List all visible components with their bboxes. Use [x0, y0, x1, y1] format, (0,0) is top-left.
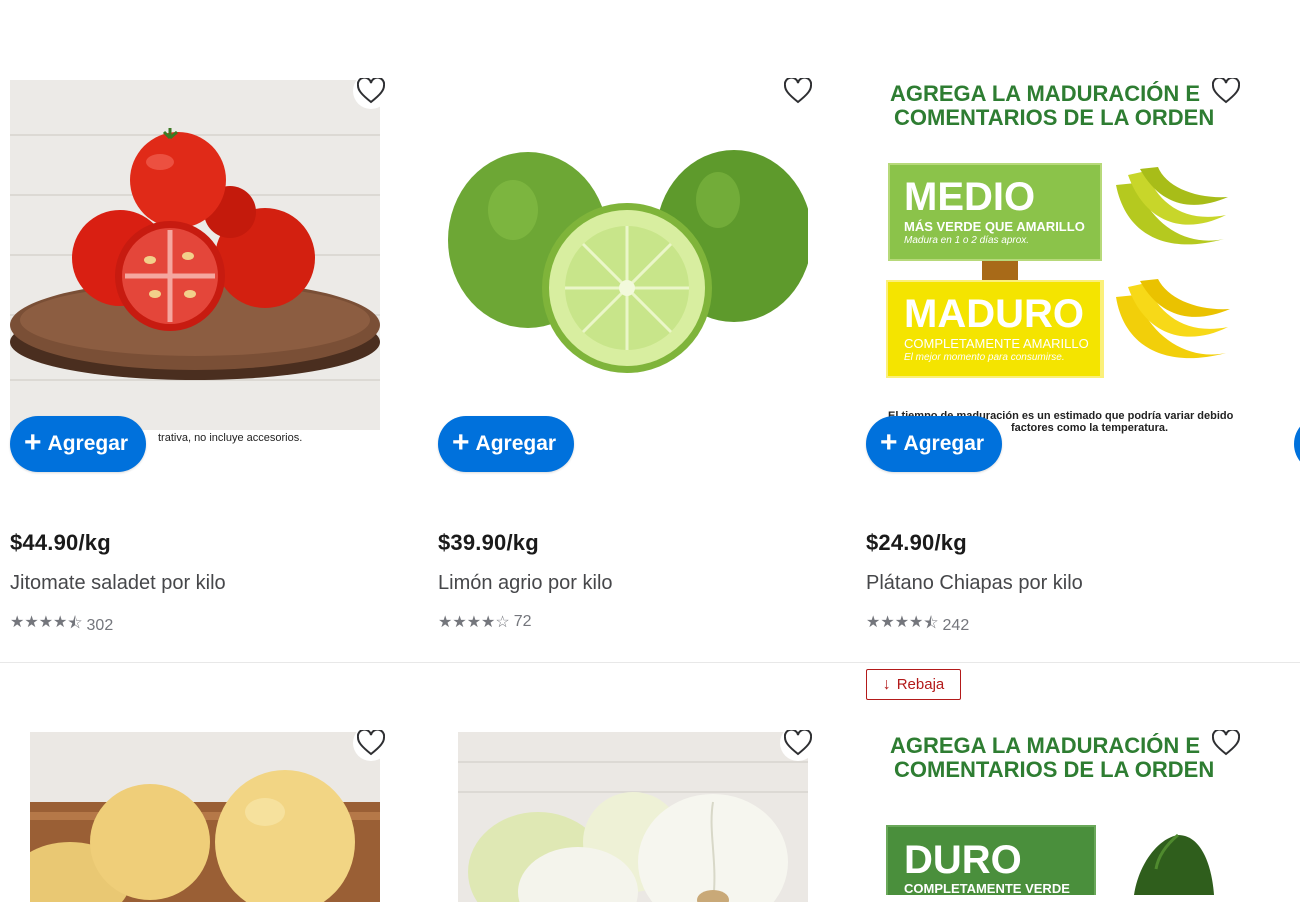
product-image-cebolla[interactable] — [458, 732, 808, 902]
star-icon: ★ — [24, 614, 39, 631]
star-icon: ★ — [894, 614, 910, 631]
product-name[interactable]: Plátano Chiapas por kilo — [866, 572, 1083, 595]
level-duro-sub: COMPLETAMENTE VERDE — [904, 881, 1070, 895]
add-to-cart-button[interactable]: + Agregar — [438, 416, 575, 472]
favorite-heart-icon[interactable] — [1208, 73, 1244, 109]
star-icon: ★ — [909, 614, 924, 631]
star-icon: ★ — [438, 614, 453, 631]
star-icon: ★ — [452, 614, 467, 631]
favorite-heart-icon[interactable] — [353, 73, 389, 109]
image-caption: trativa, no incluye accesorios. — [158, 432, 303, 444]
product-card-papa[interactable] — [10, 705, 410, 902]
add-to-cart-button[interactable]: + Agregar — [10, 416, 147, 472]
star-icon: ★ — [466, 614, 482, 631]
favorite-heart-icon[interactable] — [1208, 725, 1244, 761]
star-icon: ★ — [53, 614, 68, 631]
add-button-label: Agregar — [475, 432, 557, 455]
add-button-label: Agregar — [903, 432, 985, 455]
empty-star-icon: ☆ — [495, 614, 510, 631]
product-name[interactable]: Jitomate saladet por kilo — [10, 572, 226, 595]
star-icon: ★ — [38, 614, 54, 631]
level-maduro-sub: COMPLETAMENTE AMARILLO — [904, 336, 1089, 351]
product-image-papa[interactable] — [30, 732, 380, 902]
product-card-jitomate[interactable]: trativa, no incluye accesorios. + Agrega… — [10, 60, 410, 640]
rating-stars: ★ ★ ★ ★ ⯪ — [866, 612, 939, 639]
star-icon: ★ — [866, 614, 881, 631]
plus-icon: + — [880, 426, 898, 459]
level-medio-note: Madura en 1 o 2 días aprox. — [904, 235, 1029, 246]
half-star-icon: ⯪ — [923, 615, 939, 632]
add-to-cart-button[interactable]: + Agregar — [866, 416, 1003, 472]
product-price: $39.90/kg — [438, 530, 539, 555]
level-duro-title: DURO — [904, 838, 1022, 882]
star-icon: ★ — [481, 614, 496, 631]
review-count: 302 — [86, 616, 114, 634]
add-button-label: Agregar — [47, 432, 129, 455]
half-star-icon: ⯪ — [67, 615, 83, 632]
maturation-footnote-line2: factores como la temperatura. — [1011, 422, 1168, 434]
plus-icon: + — [24, 426, 42, 459]
product-image-jitomate[interactable] — [10, 80, 380, 430]
product-price: $24.90/kg — [866, 530, 967, 555]
plus-icon: + — [452, 426, 470, 459]
level-medio-title: MEDIO — [904, 175, 1035, 219]
product-image-platano[interactable]: AGREGA LA MADURACIÓN E COMENTARIOS DE LA… — [866, 75, 1246, 445]
rating-stars: ★ ★ ★ ★ ⯪ — [10, 612, 83, 639]
level-medio-sub: MÁS VERDE QUE AMARILLO — [904, 219, 1085, 234]
favorite-heart-icon[interactable] — [353, 725, 389, 761]
review-count: 242 — [942, 616, 970, 634]
favorite-heart-icon[interactable] — [780, 725, 816, 761]
level-maduro-note: El mejor momento para consumirse. — [904, 352, 1065, 363]
rating-stars: ★ ★ ★ ★ ☆ — [438, 612, 510, 632]
banner-heading-line2: COMENTARIOS DE LA ORDEN — [894, 105, 1214, 130]
star-icon: ★ — [10, 614, 25, 631]
product-rating: ★ ★ ★ ★ ☆ 72 — [438, 612, 532, 632]
product-card-aguacate[interactable]: AGREGA LA MADURACIÓN E COMENTARIOS DE LA… — [866, 705, 1266, 895]
review-count: 72 — [513, 613, 532, 630]
arrow-down-icon: ↓ — [882, 675, 891, 693]
product-image-limon[interactable] — [438, 80, 808, 430]
product-rating: ★ ★ ★ ★ ⯪ 242 — [866, 612, 969, 639]
product-rating: ★ ★ ★ ★ ⯪ 302 — [10, 612, 113, 639]
sale-badge: ↓ Rebaja — [866, 669, 961, 700]
banner-heading-line2: COMENTARIOS DE LA ORDEN — [894, 757, 1214, 782]
product-name[interactable]: Limón agrio por kilo — [438, 572, 613, 595]
banner-heading-line1: AGREGA LA MADURACIÓN E — [890, 733, 1200, 758]
product-card-limon[interactable]: + Agregar $39.90/kg Limón agrio por kilo… — [438, 60, 838, 640]
add-to-cart-button-partial[interactable] — [1294, 416, 1300, 472]
product-price: $44.90/kg — [10, 530, 111, 555]
row-divider — [0, 662, 1300, 663]
level-maduro-title: MADURO — [904, 292, 1084, 336]
star-icon: ★ — [880, 614, 895, 631]
banner-heading-line1: AGREGA LA MADURACIÓN E — [890, 81, 1200, 106]
favorite-heart-icon[interactable] — [780, 73, 816, 109]
product-card-cebolla[interactable] — [448, 705, 848, 902]
sale-badge-label: Rebaja — [896, 676, 945, 693]
product-image-aguacate[interactable]: AGREGA LA MADURACIÓN E COMENTARIOS DE LA… — [866, 727, 1246, 895]
product-card-platano[interactable]: AGREGA LA MADURACIÓN E COMENTARIOS DE LA… — [866, 60, 1266, 640]
